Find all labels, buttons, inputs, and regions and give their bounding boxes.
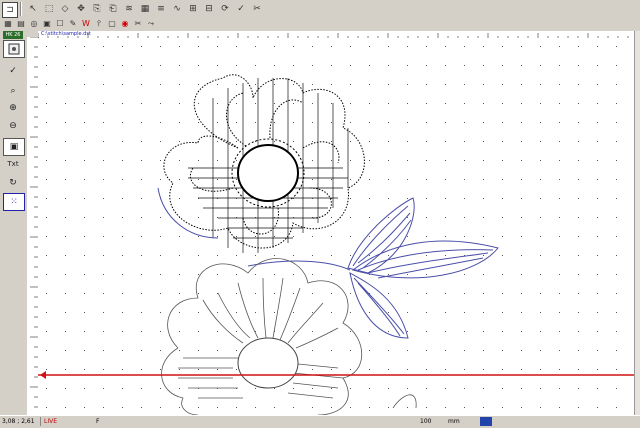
text-tool-button[interactable]: Txt (3, 156, 23, 172)
pen-icon[interactable]: ✎ (68, 19, 78, 29)
check-icon[interactable]: ✓ (3, 63, 23, 79)
node-icon[interactable]: ◇ (58, 2, 72, 16)
rotate-icon[interactable]: ↻ (3, 175, 23, 191)
move-icon[interactable]: ✥ (74, 2, 88, 16)
status-bar: 3,08 ; 2,61 LIVE F 100 mm (0, 415, 640, 428)
grid-icon[interactable]: ⁙ (3, 193, 25, 211)
check-icon[interactable]: ✓ (234, 2, 248, 16)
lower-flower (161, 258, 363, 415)
group-icon[interactable]: ⊞ (186, 2, 200, 16)
rotate-icon[interactable]: ⟳ (218, 2, 232, 16)
main-toolbar: ⊐ ↖ ⬚ ◇ ✥ ⎘ ⎗ ≋ ▦ ≡ ∿ ⊞ ⊟ ⟳ ✓ ✂ (0, 0, 640, 19)
stitch-icon[interactable]: ≋ (122, 2, 136, 16)
fill-icon[interactable]: ▦ (138, 2, 152, 16)
tool-panel: HK 26 ✓ ⌕ ⊕ ⊖ ▣ Txt ↻ ⁙ (0, 30, 27, 415)
grid-icon[interactable]: ▦ (3, 19, 13, 29)
cut-icon[interactable]: ✂ (250, 2, 264, 16)
color-icon[interactable]: ◉ (120, 19, 130, 29)
image-icon[interactable]: ▣ (42, 19, 52, 29)
lower-flower-center (237, 337, 299, 389)
select-icon[interactable]: ⬚ (42, 2, 56, 16)
trim-icon[interactable]: ✂ (133, 19, 143, 29)
status-mode: LIVE (44, 418, 58, 425)
cursor-coordinates: 3,08 ; 2,61 (2, 417, 41, 426)
leaves (157, 187, 499, 339)
letter-w-icon[interactable]: W (81, 19, 91, 29)
run-icon[interactable]: ∿ (170, 2, 184, 16)
satin-icon[interactable]: ≡ (154, 2, 168, 16)
copy-icon[interactable]: ⎘ (90, 2, 104, 16)
frame-icon[interactable]: ▢ (107, 19, 117, 29)
needle-icon[interactable]: ⫯ (94, 19, 104, 29)
color-swatch (480, 417, 492, 426)
stitch-count: F (96, 418, 100, 425)
table-icon[interactable]: ▤ (16, 19, 26, 29)
hoop-icon[interactable]: ◎ (29, 19, 39, 29)
panel-header: HK 26 (3, 31, 23, 39)
guide-arrow (40, 371, 46, 379)
jump-icon[interactable]: ⤳ (146, 19, 156, 29)
new-file-icon[interactable]: ⊐ (2, 2, 18, 18)
zoom-out-icon[interactable]: ⊖ (3, 118, 23, 134)
zoom-in-icon[interactable]: ⊕ (3, 100, 23, 116)
palette-icon[interactable] (3, 40, 25, 58)
toolbar-separator (20, 2, 22, 16)
vertical-scrollbar[interactable] (634, 31, 640, 415)
embroidery-design (38, 46, 634, 415)
zoom-level: 100 (420, 418, 432, 425)
paste-icon[interactable]: ⎗ (106, 2, 120, 16)
grid-dots (46, 46, 617, 408)
ungroup-icon[interactable]: ⊟ (202, 2, 216, 16)
design-canvas[interactable] (38, 38, 634, 415)
show-icon[interactable]: ☐ (55, 19, 65, 29)
magnify-icon[interactable]: ⌕ (3, 83, 23, 99)
secondary-toolbar: ▦ ▤ ◎ ▣ ☐ ✎ W ⫯ ▢ ◉ ✂ ⤳ (0, 18, 640, 30)
units-label: mm (448, 418, 460, 425)
upper-flower-center (237, 144, 299, 202)
image-icon[interactable]: ▣ (3, 138, 25, 156)
pointer-icon[interactable]: ↖ (26, 2, 40, 16)
